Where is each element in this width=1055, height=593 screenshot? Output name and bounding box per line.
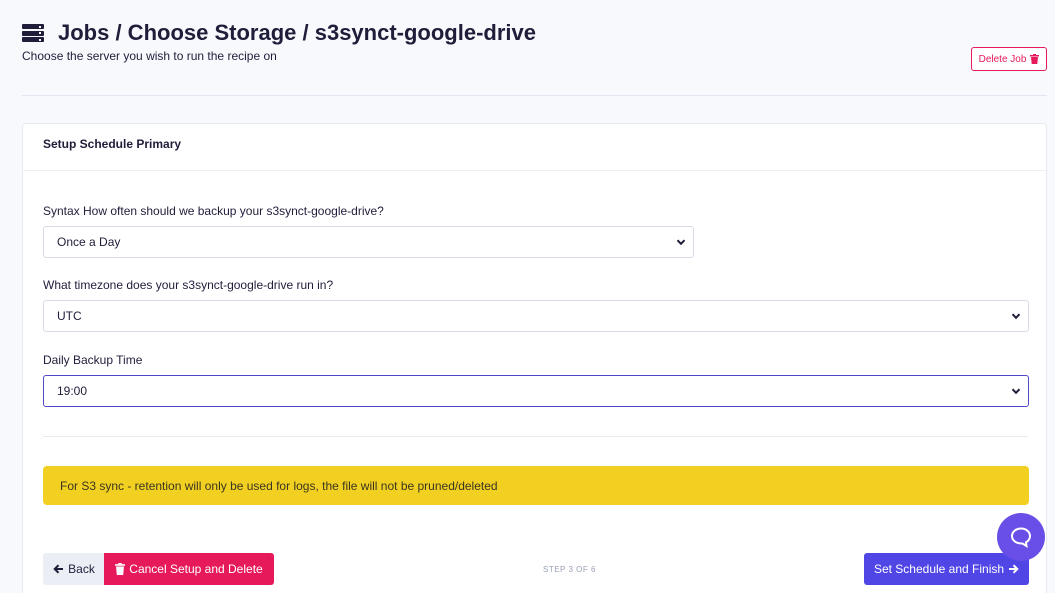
header-divider [22, 95, 1047, 96]
delete-job-button[interactable]: Delete Job [971, 47, 1047, 71]
timezone-select[interactable]: UTC [43, 300, 1029, 332]
backup-time-label: Daily Backup Time [43, 353, 143, 367]
page-title: Jobs / Choose Storage / s3synct-google-d… [58, 20, 536, 45]
page-subtitle: Choose the server you wish to run the re… [22, 49, 277, 63]
cancel-delete-button[interactable]: Cancel Setup and Delete [104, 553, 274, 585]
trash-icon [1030, 54, 1040, 64]
back-button[interactable]: Back [43, 553, 105, 585]
page-header: Jobs / Choose Storage / s3synct-google-d… [22, 20, 536, 63]
step-indicator: STEP 3 OF 6 [543, 565, 596, 574]
backup-time-value: 19:00 [57, 384, 88, 398]
chat-icon [1010, 527, 1032, 548]
delete-job-label: Delete Job [978, 53, 1027, 65]
timezone-label: What timezone does your s3synct-google-d… [43, 278, 334, 292]
form-divider [43, 436, 1028, 437]
arrow-right-icon [1009, 564, 1019, 574]
frequency-select[interactable]: Once a Day [43, 226, 694, 258]
help-chat-button[interactable] [997, 513, 1045, 561]
timezone-value: UTC [57, 309, 82, 323]
arrow-left-icon [53, 564, 64, 574]
backup-time-select[interactable]: 19:00 [43, 375, 1029, 407]
chevron-down-icon [1011, 313, 1021, 320]
retention-alert: For S3 sync - retention will only be use… [43, 466, 1029, 505]
back-label: Back [68, 562, 95, 576]
schedule-card: Setup Schedule Primary Syntax How often … [22, 123, 1047, 593]
frequency-label: Syntax How often should we backup your s… [43, 204, 384, 218]
cancel-delete-label: Cancel Setup and Delete [129, 562, 263, 576]
finish-button[interactable]: Set Schedule and Finish [864, 553, 1029, 585]
chevron-down-icon [676, 239, 686, 246]
finish-label: Set Schedule and Finish [873, 562, 1005, 576]
card-title: Setup Schedule Primary [23, 124, 1046, 171]
server-icon [22, 24, 44, 42]
frequency-value: Once a Day [57, 235, 121, 249]
chevron-down-icon [1011, 388, 1021, 395]
retention-alert-text: For S3 sync - retention will only be use… [60, 478, 498, 493]
title-row: Jobs / Choose Storage / s3synct-google-d… [22, 20, 536, 46]
trash-icon [115, 563, 126, 575]
